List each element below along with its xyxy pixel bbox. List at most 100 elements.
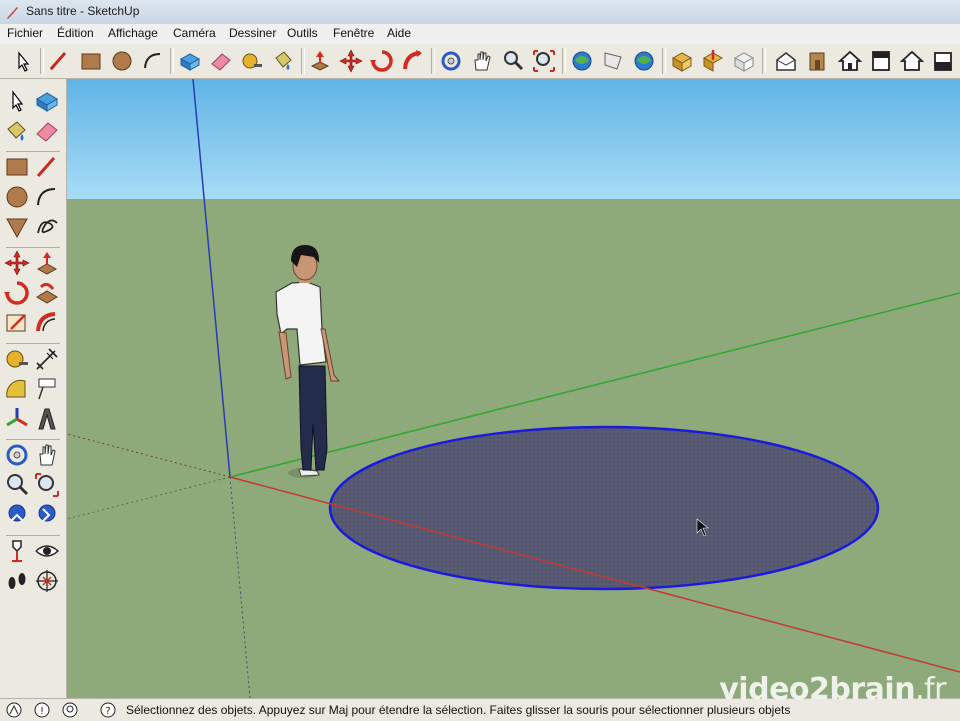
menu-aide[interactable]: Aide: [387, 26, 411, 40]
sky: [67, 79, 960, 199]
move-icon[interactable]: [338, 48, 364, 74]
select-icon[interactable]: [3, 87, 31, 115]
line-icon[interactable]: [33, 153, 61, 181]
large-tool-set: [0, 79, 67, 698]
text-icon[interactable]: [33, 375, 61, 403]
watermark-tld: .fr: [915, 672, 946, 707]
make-component-icon[interactable]: [33, 87, 61, 115]
geolocation-icon[interactable]: [6, 702, 22, 718]
menu-edition[interactable]: Édition: [57, 26, 94, 40]
menu-bar: Fichier Édition Affichage Caméra Dessine…: [0, 24, 960, 44]
toolbar-separator: [6, 247, 60, 248]
walk-icon[interactable]: [3, 567, 31, 595]
paint-bucket-icon[interactable]: [270, 48, 296, 74]
previous-view-icon[interactable]: [3, 501, 31, 529]
toolbar-separator: [562, 48, 566, 74]
menu-affichage[interactable]: Affichage: [108, 26, 158, 40]
menu-camera[interactable]: Caméra: [173, 26, 216, 40]
protractor-icon[interactable]: [3, 375, 31, 403]
get-components-icon[interactable]: [700, 48, 726, 74]
back-view-icon[interactable]: [899, 48, 925, 74]
toolbar-separator: [301, 48, 305, 74]
zoom-window-icon[interactable]: [33, 471, 61, 499]
svg-text:?: ?: [105, 706, 110, 717]
push-pull-icon[interactable]: [33, 249, 61, 277]
pan-icon[interactable]: [469, 48, 495, 74]
selected-circle-face[interactable]: [328, 425, 880, 591]
paint-bucket-icon[interactable]: [3, 117, 31, 145]
dimension-icon[interactable]: [33, 345, 61, 373]
make-component-icon[interactable]: [177, 48, 203, 74]
rectangle-icon[interactable]: [3, 153, 31, 181]
iso-view-icon[interactable]: [773, 48, 799, 74]
eraser-icon[interactable]: [208, 48, 234, 74]
position-camera-icon[interactable]: [3, 537, 31, 565]
toolbar-separator: [6, 151, 60, 152]
arc-icon[interactable]: [33, 183, 61, 211]
polygon-icon[interactable]: [3, 213, 31, 241]
3d-text-icon[interactable]: [33, 405, 61, 433]
credits-icon[interactable]: !: [34, 702, 50, 718]
circle-icon[interactable]: [3, 183, 31, 211]
orbit-icon[interactable]: [3, 441, 31, 469]
right-view-icon[interactable]: [868, 48, 894, 74]
freehand-icon[interactable]: [33, 213, 61, 241]
push-pull-icon[interactable]: [307, 48, 333, 74]
next-view-icon[interactable]: [33, 501, 61, 529]
window-title: Sans titre - SketchUp: [26, 4, 140, 18]
next-view-icon[interactable]: [600, 48, 626, 74]
circle-icon[interactable]: [109, 48, 135, 74]
brand-watermark: video2brain.fr: [719, 672, 946, 707]
look-around-icon[interactable]: [33, 537, 61, 565]
rotate-icon[interactable]: [369, 48, 395, 74]
zoom-icon[interactable]: [3, 471, 31, 499]
menu-fichier[interactable]: Fichier: [7, 26, 43, 40]
follow-me-icon[interactable]: [33, 279, 61, 307]
follow-me-icon[interactable]: [400, 48, 426, 74]
offset-icon[interactable]: [33, 309, 61, 337]
tape-measure-icon[interactable]: [239, 48, 265, 74]
toolbar-separator: [170, 48, 174, 74]
menu-dessiner[interactable]: Dessiner: [229, 26, 276, 40]
main-toolbar: [0, 44, 960, 79]
eraser-icon[interactable]: [33, 117, 61, 145]
left-view-icon[interactable]: [930, 48, 956, 74]
section-plane-icon[interactable]: [33, 567, 61, 595]
scale-icon[interactable]: [3, 309, 31, 337]
menu-fenetre[interactable]: Fenêtre: [333, 26, 374, 40]
tape-measure-icon[interactable]: [3, 345, 31, 373]
rotate-icon[interactable]: [3, 279, 31, 307]
move-icon[interactable]: [3, 249, 31, 277]
rectangle-icon[interactable]: [78, 48, 104, 74]
toolbar-separator: [662, 48, 666, 74]
scene-canvas[interactable]: [67, 79, 960, 698]
toolbar-separator: [6, 343, 60, 344]
share-model-icon[interactable]: [669, 48, 695, 74]
zoom-icon[interactable]: [500, 48, 526, 74]
status-message: Sélectionnez des objets. Appuyez sur Maj…: [126, 703, 791, 717]
toolbar-separator: [6, 535, 60, 536]
select-icon[interactable]: [10, 48, 36, 74]
get-models-icon[interactable]: [631, 48, 657, 74]
toolbar-separator: [40, 48, 44, 74]
3d-viewport[interactable]: [67, 79, 960, 698]
menu-outils[interactable]: Outils: [287, 26, 318, 40]
toolbar-separator: [431, 48, 435, 74]
sketchup-app-icon: [7, 7, 18, 19]
toolbar-separator: [6, 439, 60, 440]
svg-text:!: !: [40, 706, 44, 717]
orbit-icon[interactable]: [438, 48, 464, 74]
watermark-brand: video2brain: [719, 672, 916, 707]
toolbar-separator: [762, 48, 766, 74]
top-view-icon[interactable]: [837, 48, 863, 74]
pan-icon[interactable]: [33, 441, 61, 469]
sign-in-icon[interactable]: [62, 702, 78, 718]
front-view-icon[interactable]: [805, 48, 831, 74]
line-icon[interactable]: [46, 48, 72, 74]
share-component-icon[interactable]: [731, 48, 757, 74]
arc-icon[interactable]: [140, 48, 166, 74]
previous-view-icon[interactable]: [569, 48, 595, 74]
help-icon[interactable]: ?: [100, 702, 116, 718]
axes-icon[interactable]: [3, 405, 31, 433]
zoom-extents-icon[interactable]: [531, 48, 557, 74]
